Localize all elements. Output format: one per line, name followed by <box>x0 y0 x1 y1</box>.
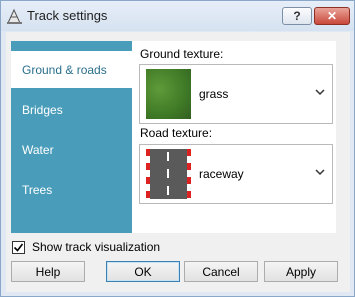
ground-texture-label: Ground texture: <box>140 47 224 61</box>
checkmark-icon <box>13 243 24 252</box>
tab-bridges[interactable]: Bridges <box>11 91 132 128</box>
raceway-texture-swatch <box>146 149 191 199</box>
track-cone-icon <box>7 8 22 24</box>
show-visualization-label[interactable]: Show track visualization <box>32 240 160 254</box>
window-title: Track settings <box>27 8 108 23</box>
close-button[interactable]: ✕ <box>314 7 350 25</box>
chevron-down-icon <box>315 89 325 96</box>
tab-trees[interactable]: Trees <box>11 171 132 208</box>
chevron-down-icon <box>315 169 325 176</box>
category-tabs: Ground & roads Bridges Water Trees <box>11 41 137 233</box>
title-help-button[interactable]: ? <box>282 7 312 25</box>
help-button[interactable]: Help <box>11 261 85 282</box>
track-settings-dialog: Track settings ? ✕ Ground & roads Bridge… <box>0 0 355 297</box>
cancel-button[interactable]: Cancel <box>184 261 258 282</box>
road-texture-dropdown[interactable]: raceway <box>139 144 333 204</box>
grass-texture-swatch <box>146 69 191 119</box>
show-visualization-row: Show track visualization <box>12 239 160 255</box>
road-texture-label: Road texture: <box>140 126 213 140</box>
ground-texture-dropdown[interactable]: grass <box>139 64 333 124</box>
tab-water[interactable]: Water <box>11 131 132 168</box>
dialog-body: Ground & roads Bridges Water Trees Groun… <box>6 32 350 292</box>
show-visualization-checkbox[interactable] <box>12 240 25 254</box>
apply-button[interactable]: Apply <box>264 261 338 282</box>
tab-content-panel: Ground texture: grass Road texture: race… <box>132 41 336 233</box>
ok-button[interactable]: OK <box>106 261 180 282</box>
road-texture-value: raceway <box>199 167 244 181</box>
title-bar[interactable]: Track settings ? ✕ <box>1 1 354 31</box>
ground-texture-value: grass <box>199 87 229 101</box>
tab-ground-roads[interactable]: Ground & roads <box>11 51 137 88</box>
